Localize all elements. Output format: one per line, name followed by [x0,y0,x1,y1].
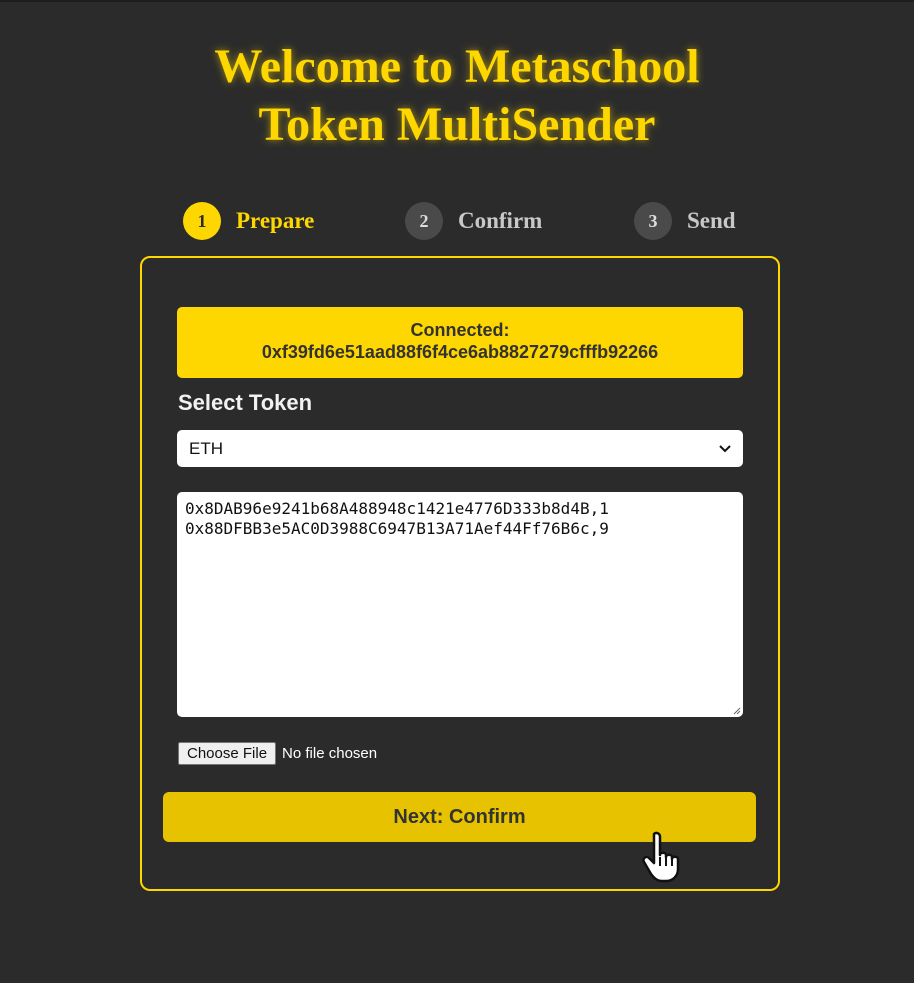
step-send: 3 Send [634,202,736,240]
select-token-label: Select Token [178,390,313,415]
step-number: 1 [183,202,221,240]
recipients-textarea[interactable]: 0x8DAB96e9241b68A488948c1421e4776D333b8d… [177,492,743,717]
step-number: 3 [634,202,672,240]
step-number: 2 [405,202,443,240]
token-select[interactable]: ETH [177,430,743,467]
connected-address: 0xf39fd6e51aad88f6f4ce6ab8827279cfffb922… [261,342,659,362]
step-confirm: 2 Confirm [405,202,542,240]
step-label: Prepare [236,208,315,233]
step-label: Send [687,208,736,233]
token-selected-value: ETH [189,438,223,458]
step-label: Confirm [458,208,543,233]
page-title: Welcome to Metaschool Token MultiSender [214,40,700,151]
choose-file-button[interactable]: Choose File [178,742,277,765]
step-prepare: 1 Prepare [183,202,314,240]
resize-grip-icon[interactable] [733,707,741,715]
file-status: No file chosen [282,745,378,762]
chevron-down-icon [719,444,731,452]
recipient-line: 0x88DFBB3e5AC0D3988C6947B13A71Aef44Ff76B… [185,519,609,538]
hand-pointer-cursor-icon [642,831,680,883]
recipient-line: 0x8DAB96e9241b68A488948c1421e4776D333b8d… [185,499,609,518]
file-input: Choose File No file chosen [178,742,377,765]
connected-label: Connected: [410,320,510,340]
connected-banner: Connected: 0xf39fd6e51aad88f6f4ce6ab8827… [177,307,743,378]
